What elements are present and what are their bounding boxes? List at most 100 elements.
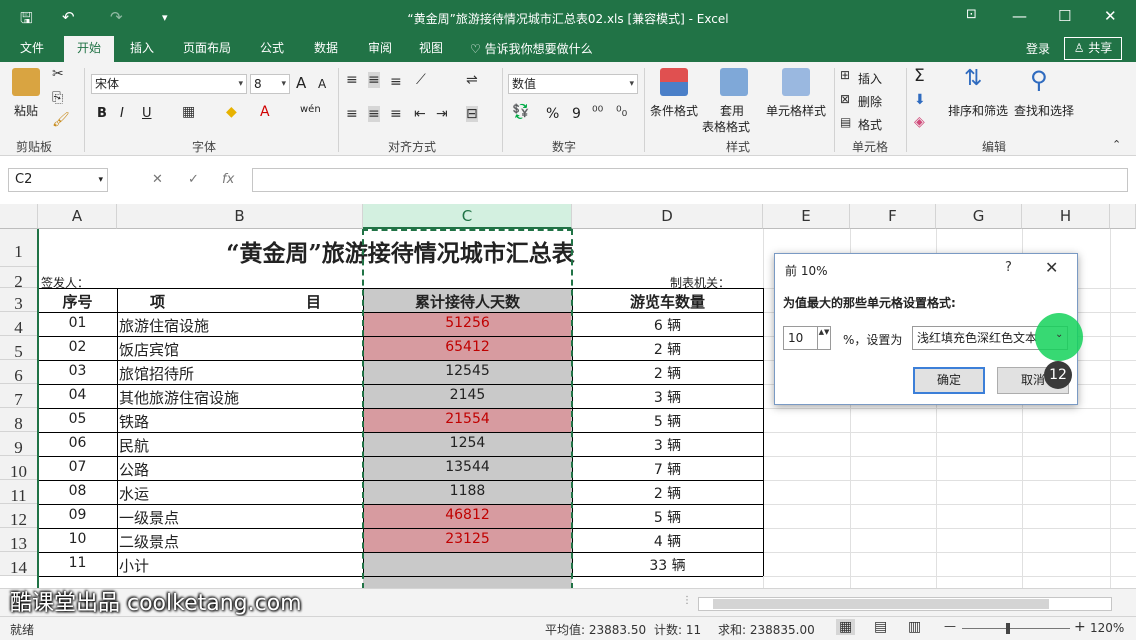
align-bottom-icon[interactable]: ≡ [390,74,402,90]
orientation-icon[interactable]: ⟋ [416,72,426,88]
cell-no[interactable]: 03 [38,363,117,379]
cell-no[interactable]: 08 [38,483,117,499]
autosum-button[interactable]: Σ [914,66,925,86]
cell-cars[interactable]: 5 辆 [572,411,763,431]
sort-filter-icon[interactable]: ⇅ [964,66,982,91]
comma-style-button[interactable]: 9 [572,106,581,122]
cell-cars[interactable]: 2 辆 [572,363,763,383]
cell-item[interactable]: 旅馆招待所 [119,363,194,384]
row-header-10[interactable]: 10 [0,456,38,481]
row-header-9[interactable]: 9 [0,432,38,457]
align-center-icon[interactable]: ≡ [368,106,380,122]
wrap-text-icon[interactable]: ⇌ [466,72,478,88]
cell-cars[interactable]: 3 辆 [572,435,763,455]
page-break-view-icon[interactable]: ▥ [908,619,921,635]
italic-button[interactable]: I [120,106,124,121]
format-as-table-label-1[interactable]: 套用 [720,102,744,119]
cell-no[interactable]: 07 [38,459,117,475]
dialog-close-button[interactable]: ✕ [1045,258,1058,277]
tab-formulas[interactable]: 公式 [248,36,296,62]
column-header-h[interactable]: H [1022,204,1110,229]
minimize-button[interactable]: — [1012,7,1027,25]
phonetic-button[interactable]: wén [300,104,321,115]
page-layout-view-icon[interactable]: ▤ [874,619,887,635]
clear-icon[interactable]: ◈ [914,114,925,130]
tab-review[interactable]: 审阅 [356,36,404,62]
increase-indent-icon[interactable]: ⇥ [436,106,448,122]
font-color-icon[interactable]: A [260,104,270,120]
select-all-corner[interactable] [0,204,38,229]
column-header-a[interactable]: A [38,204,117,229]
cell-cars[interactable]: 6 辆 [572,315,763,335]
scroll-menu-icon[interactable]: ⋮ [682,595,692,606]
tab-view[interactable]: 视图 [410,36,452,62]
ok-button[interactable]: 确定 [913,367,985,394]
close-button[interactable]: ✕ [1104,7,1117,25]
name-box[interactable]: C2 ▾ [8,168,108,192]
fill-icon[interactable]: ⬇ [914,92,926,108]
cell-item[interactable]: 公路 [119,459,149,480]
maximize-button[interactable]: ☐ [1058,7,1071,25]
cell-item[interactable]: 水运 [119,483,149,504]
row-header-11[interactable]: 11 [0,480,38,505]
chevron-down-icon[interactable]: ⌄ [1055,329,1063,340]
row-header-8[interactable]: 8 [0,408,38,433]
decrease-decimal-icon[interactable]: ⁰₀ [616,104,627,120]
row-header-14[interactable]: 14 [0,552,38,577]
cell-no[interactable]: 05 [38,411,117,427]
delete-cells-icon[interactable]: ⊠ [840,92,850,106]
font-name-box[interactable]: 宋体 ▾ [91,74,247,94]
cell-styles-icon[interactable] [782,68,810,96]
delete-cells-button[interactable]: 删除 [858,93,882,110]
accounting-format-icon[interactable]: 💱 [512,104,529,120]
cell-item[interactable]: 铁路 [119,411,149,432]
cell-styles-button[interactable]: 单元格样式 [766,102,826,119]
share-button[interactable]: ♙ 共享 [1064,37,1122,60]
tab-data[interactable]: 数据 [302,36,350,62]
insert-cells-icon[interactable]: ⊞ [840,68,850,82]
collapse-ribbon-icon[interactable]: ⌃ [1112,138,1121,151]
cell-no[interactable]: 09 [38,507,117,523]
insert-cells-button[interactable]: 插入 [858,70,882,87]
cell-item[interactable]: 一级景点 [119,507,179,528]
conditional-formatting-button[interactable]: 条件格式 [650,102,698,119]
insert-function-icon[interactable]: fx [222,172,234,187]
zoom-out-button[interactable]: — [944,619,956,633]
decrease-indent-icon[interactable]: ⇤ [414,106,426,122]
merge-center-icon[interactable]: ⊟ [466,106,478,122]
zoom-slider[interactable] [962,628,1070,629]
cell-cars[interactable]: 3 辆 [572,387,763,407]
sort-filter-button[interactable]: 排序和筛选 [948,102,1008,119]
zoom-in-button[interactable]: + [1074,619,1086,635]
format-as-table-icon[interactable] [720,68,748,96]
rank-count-spinner[interactable]: ▲▼ [817,327,830,349]
shrink-font-button[interactable]: A [318,77,326,91]
cancel-icon[interactable]: ✕ [152,172,163,187]
conditional-formatting-icon[interactable] [660,68,688,96]
percent-style-button[interactable]: % [546,106,559,122]
align-top-icon[interactable]: ≡ [346,72,358,88]
row-header-2[interactable]: 2 [0,267,38,291]
row-header-5[interactable]: 5 [0,336,38,361]
row-header-3[interactable]: 3 [0,288,38,313]
enter-icon[interactable]: ✓ [188,172,199,187]
row-header-1[interactable]: 1 [0,229,38,267]
cell-item[interactable]: 民航 [119,435,149,456]
cell-no[interactable]: 06 [38,435,117,451]
find-select-icon[interactable]: ⚲ [1030,66,1048,94]
copy-icon[interactable]: ⎘ [52,90,63,106]
increase-decimal-icon[interactable]: ⁰⁰ [592,104,603,120]
formula-input[interactable] [252,168,1128,192]
header-cars[interactable]: 游览车数量 [572,291,763,312]
row-header-6[interactable]: 6 [0,360,38,385]
header-no[interactable]: 序号 [38,291,117,312]
tab-insert[interactable]: 插入 [118,36,166,62]
align-middle-icon[interactable]: ≡ [368,72,380,88]
normal-view-icon[interactable]: ▦ [836,619,856,635]
cell-no[interactable]: 11 [38,555,117,571]
tab-page-layout[interactable]: 页面布局 [174,36,240,62]
border-icon[interactable]: ▦ [182,104,195,120]
cell-cars[interactable]: 5 辆 [572,507,763,527]
cell-cars[interactable]: 7 辆 [572,459,763,479]
login-link[interactable]: 登录 [1026,40,1050,57]
